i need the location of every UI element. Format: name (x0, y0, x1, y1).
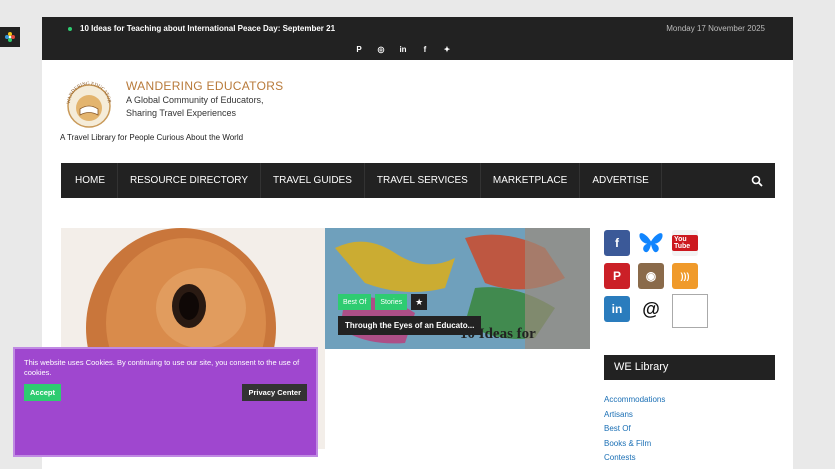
facebook-icon[interactable]: f (604, 230, 630, 256)
pinterest-icon[interactable]: P (354, 44, 364, 54)
current-date: Monday 17 November 2025 (666, 24, 765, 33)
twitter-icon[interactable]: ✦ (442, 44, 452, 54)
nav-home[interactable]: HOME (61, 163, 118, 198)
cookie-message: This website uses Cookies. By continuing… (24, 358, 300, 377)
image-overlay-text: 10 Ideas for (460, 326, 536, 342)
site-logo[interactable]: WANDERING EDUCATORS (61, 74, 116, 131)
brand-text: WANDERING EDUCATORS A Global Community o… (126, 79, 284, 119)
flower-icon (5, 32, 15, 42)
news-ticker[interactable]: 10 Ideas for Teaching about Internationa… (68, 24, 335, 33)
library-heading: WE Library (604, 355, 775, 380)
bluesky-icon[interactable] (638, 230, 664, 256)
featured-post-card[interactable]: Best Of Stories ★ Through the Eyes of an… (325, 228, 590, 349)
library-link-accommodations[interactable]: Accommodations (604, 393, 665, 408)
rss-icon[interactable]: ))) (672, 263, 698, 289)
nav-resource-directory[interactable]: RESOURCE DIRECTORY (118, 163, 261, 198)
site-subtitle-line1: A Global Community of Educators, (126, 95, 264, 105)
top-bar: 10 Ideas for Teaching about Internationa… (42, 17, 793, 60)
linkedin-icon[interactable]: in (604, 296, 630, 322)
search-icon[interactable] (751, 175, 763, 187)
ticker-bullet-icon (68, 26, 72, 31)
nav-advertise[interactable]: ADVERTISE (580, 163, 662, 198)
nav-travel-services[interactable]: TRAVEL SERVICES (365, 163, 481, 198)
cookie-consent-banner: This website uses Cookies. By continuing… (13, 347, 318, 457)
site-tagline: A Travel Library for People Curious Abou… (60, 133, 244, 142)
nav-travel-guides[interactable]: TRAVEL GUIDES (261, 163, 365, 198)
threads-icon[interactable]: @ (638, 296, 664, 322)
cookie-actions: Accept Privacy Center (24, 384, 307, 401)
instagram-icon[interactable]: ◉ (638, 263, 664, 289)
site-brand[interactable]: WANDERING EDUCATORS WANDERING EDUCATORS … (61, 74, 284, 131)
library-link-artisans[interactable]: Artisans (604, 408, 665, 423)
library-link-contests[interactable]: Contests (604, 451, 665, 466)
library-links: Accommodations Artisans Best Of Books & … (604, 393, 665, 466)
library-link-books-film[interactable]: Books & Film (604, 437, 665, 452)
nav-marketplace[interactable]: MARKETPLACE (481, 163, 581, 198)
privacy-center-button[interactable]: Privacy Center (242, 384, 307, 401)
instagram-icon[interactable]: ◎ (376, 44, 386, 54)
accept-cookies-button[interactable]: Accept (24, 384, 62, 401)
top-social-links: P ◎ in f ✦ (354, 44, 452, 54)
library-link-best-of[interactable]: Best Of (604, 422, 665, 437)
pinterest-icon[interactable]: P (604, 263, 630, 289)
youtube-icon[interactable]: You Tube (672, 230, 698, 256)
social-icons-grid: f You Tube P ◉ ))) in @ (604, 230, 775, 328)
linkedin-icon[interactable]: in (398, 44, 408, 54)
post-tags: Best Of Stories ★ (338, 294, 428, 310)
site-subtitle-line2: Sharing Travel Experiences (126, 108, 237, 118)
youtube-label: You Tube (672, 235, 698, 251)
main-nav: HOME RESOURCE DIRECTORY TRAVEL GUIDES TR… (61, 163, 775, 198)
ticker-headline[interactable]: 10 Ideas for Teaching about Internationa… (80, 24, 335, 33)
site-title[interactable]: WANDERING EDUCATORS (126, 79, 284, 93)
accessibility-widget-button[interactable] (0, 27, 20, 47)
tag-best-of[interactable]: Best Of (338, 294, 372, 310)
broken-image-icon[interactable] (672, 294, 708, 328)
sidebar-social: f You Tube P ◉ ))) in @ (604, 230, 775, 328)
tag-stories[interactable]: Stories (375, 294, 408, 310)
facebook-icon[interactable]: f (420, 44, 430, 54)
star-icon[interactable]: ★ (411, 294, 428, 310)
